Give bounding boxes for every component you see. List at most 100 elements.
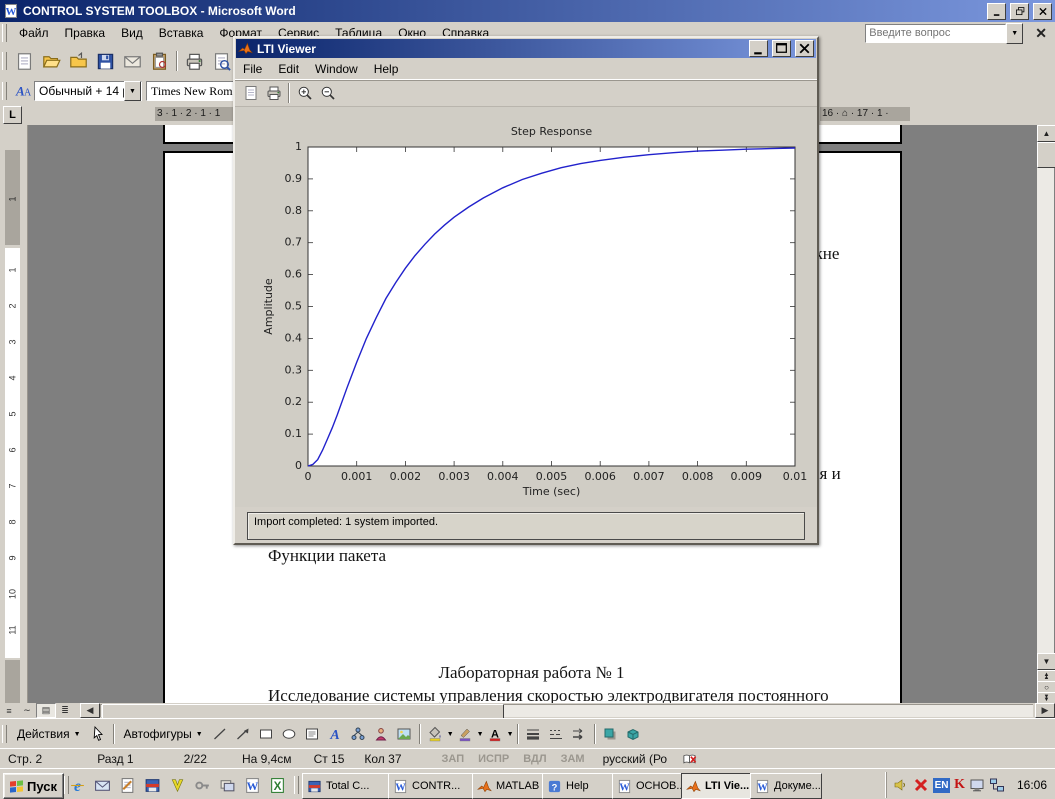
print-icon[interactable]	[181, 48, 208, 74]
excel-icon[interactable]: X	[266, 775, 288, 795]
toolbar-drag-handle[interactable]	[2, 24, 7, 42]
text-box-icon[interactable]	[301, 723, 324, 745]
line-icon[interactable]	[209, 723, 232, 745]
new-document-icon[interactable]	[11, 48, 38, 74]
notes-icon[interactable]	[116, 775, 138, 795]
vertical-scrollbar[interactable]: ▲ ▼ ▲▲ ○ ▼▼	[1037, 125, 1054, 703]
line-style-icon[interactable]	[522, 723, 545, 745]
line-color-icon[interactable]	[454, 723, 477, 745]
hscroll-track[interactable]	[100, 704, 1033, 717]
web-layout-view-icon[interactable]: ∼	[18, 704, 36, 717]
3d-cube-icon[interactable]	[622, 723, 645, 745]
speaker-icon[interactable]	[893, 777, 909, 793]
save-icon[interactable]	[92, 48, 119, 74]
arrow-style-icon[interactable]	[568, 723, 591, 745]
spelling-status-icon[interactable]	[681, 752, 698, 767]
vertical-ruler[interactable]: 1 1234567891011	[0, 125, 28, 703]
minimize-icon[interactable]	[749, 40, 768, 57]
close-icon[interactable]	[795, 40, 814, 57]
internet-explorer-icon[interactable]: e	[66, 775, 88, 795]
taskbar-button-0[interactable]: Total C...	[302, 773, 390, 799]
fill-color-dropdown-icon[interactable]: ▼	[447, 731, 454, 738]
outline-view-icon[interactable]: ≣	[56, 704, 74, 717]
font-color-icon[interactable]: A	[484, 723, 507, 745]
lti-zoom-out-icon[interactable]	[316, 82, 339, 104]
shadow-icon[interactable]	[599, 723, 622, 745]
kaspersky-icon[interactable]: K	[954, 777, 965, 793]
normal-view-icon[interactable]: ≡	[0, 704, 18, 717]
cards-icon[interactable]	[216, 775, 238, 795]
style-dropdown-icon[interactable]: ▼	[124, 81, 141, 101]
oval-icon[interactable]	[278, 723, 301, 745]
next-page-icon[interactable]: ▼▼	[1037, 692, 1055, 703]
scroll-down-icon[interactable]: ▼	[1037, 653, 1055, 670]
wordart-icon[interactable]: A	[324, 723, 347, 745]
minimize-icon[interactable]	[987, 3, 1006, 20]
mail-icon[interactable]	[119, 48, 146, 74]
key-icon[interactable]	[191, 775, 213, 795]
word-menu-item-1[interactable]: Правка	[57, 23, 114, 43]
network-icon[interactable]	[989, 777, 1005, 793]
ruler-right-segment[interactable]: 16 · ⌂ · 17 · 1 ·	[820, 107, 910, 121]
taskbar-button-2[interactable]: MATLAB	[472, 773, 544, 799]
no-sign-icon[interactable]	[913, 777, 929, 793]
menubar-close-icon[interactable]: ✕	[1027, 25, 1055, 42]
lti-menu-window[interactable]: Window	[307, 60, 366, 78]
scroll-up-icon[interactable]: ▲	[1037, 125, 1055, 142]
lti-new-document-icon[interactable]	[239, 82, 262, 104]
taskbar-button-5[interactable]: LTI Vie...	[681, 773, 753, 799]
taskbar-button-1[interactable]: WCONTR...	[388, 773, 474, 799]
open-folder-icon[interactable]	[38, 48, 65, 74]
autoshapes-button[interactable]: Автофигуры▼	[118, 724, 209, 744]
taskbar-button-4[interactable]: WОСНОВ...	[612, 773, 684, 799]
outlook-icon[interactable]	[91, 775, 113, 795]
diagram-icon[interactable]	[347, 723, 370, 745]
toolbar-drag-handle[interactable]	[2, 82, 7, 100]
word-menu-item-2[interactable]: Вид	[113, 23, 151, 43]
scroll-left-icon[interactable]: ◀	[80, 703, 100, 718]
start-button[interactable]: Пуск	[3, 773, 64, 799]
lti-zoom-in-icon[interactable]	[293, 82, 316, 104]
lti-menu-edit[interactable]: Edit	[270, 60, 307, 78]
taskbar-button-6[interactable]: WДокуме...	[750, 773, 822, 799]
clip-art-icon[interactable]	[370, 723, 393, 745]
scrollbar-thumb[interactable]	[1037, 142, 1055, 168]
word-icon[interactable]: W	[241, 775, 263, 795]
styles-and-formatting-icon[interactable]: AA	[11, 80, 34, 102]
download-icon[interactable]	[166, 775, 188, 795]
lti-menu-help[interactable]: Help	[366, 60, 407, 78]
draw-actions-button[interactable]: Действия▼	[11, 724, 87, 744]
print-layout-view-icon[interactable]: ▤	[36, 703, 56, 718]
toolbar-drag-handle[interactable]	[2, 725, 7, 743]
line-color-dropdown-icon[interactable]: ▼	[477, 731, 484, 738]
scroll-right-icon[interactable]: ▶	[1035, 703, 1055, 718]
picture-icon[interactable]	[393, 723, 416, 745]
total-commander-icon[interactable]	[141, 775, 163, 795]
question-dropdown-icon[interactable]: ▼	[1006, 23, 1023, 44]
arrow-icon[interactable]	[232, 723, 255, 745]
toolbar-drag-handle[interactable]	[294, 776, 299, 794]
print-preview-icon[interactable]	[208, 48, 235, 74]
taskbar-button-3[interactable]: ?Help	[542, 773, 614, 799]
lti-print-icon[interactable]	[262, 82, 285, 104]
toolbar-drag-handle[interactable]	[2, 52, 7, 70]
paste-special-icon[interactable]	[146, 48, 173, 74]
font-color-dropdown-icon[interactable]: ▼	[507, 731, 514, 738]
maximize-icon[interactable]	[772, 40, 791, 57]
question-input[interactable]	[865, 24, 1006, 43]
word-menu-item-0[interactable]: Файл	[11, 23, 57, 43]
word-menu-item-3[interactable]: Вставка	[151, 23, 212, 43]
select-cursor-icon[interactable]	[87, 723, 110, 745]
language-indicator[interactable]: EN	[933, 778, 950, 793]
style-combo[interactable]: Обычный + 14 p ▼	[34, 81, 142, 101]
tab-selector-button[interactable]: L	[3, 106, 22, 124]
rectangle-icon[interactable]	[255, 723, 278, 745]
hscroll-thumb[interactable]	[102, 704, 504, 719]
ruler-left-segment[interactable]: 3 · 1 · 2 · 1 · 1	[155, 107, 235, 121]
lti-menu-file[interactable]: File	[235, 60, 270, 78]
dash-style-icon[interactable]	[545, 723, 568, 745]
fill-color-icon[interactable]	[424, 723, 447, 745]
close-icon[interactable]	[1033, 3, 1052, 20]
scheduler-icon[interactable]	[969, 777, 985, 793]
folder-icon[interactable]	[65, 48, 92, 74]
